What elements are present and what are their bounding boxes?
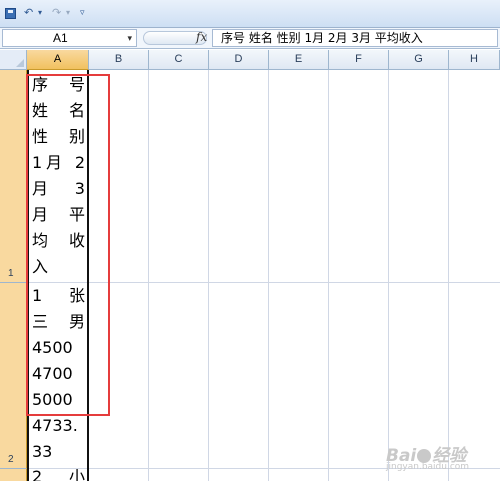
gridline <box>328 70 329 481</box>
cell-text-line: 1月 2 <box>32 153 85 172</box>
customize-toolbar-icon[interactable]: ▿ <box>80 6 85 20</box>
cell-text-line: 三 男 <box>32 312 85 331</box>
undo-dropdown-icon[interactable]: ▾ <box>38 6 42 20</box>
cell-text-line: 性 别 <box>32 127 85 146</box>
column-header-e[interactable]: E <box>269 50 329 70</box>
column-header-h[interactable]: H <box>449 50 500 70</box>
cell-text-line: 33 <box>32 442 53 461</box>
save-icon[interactable] <box>5 8 16 19</box>
chevron-down-icon[interactable]: ▾ <box>127 30 132 46</box>
cell-text-line: 4733. <box>32 416 78 435</box>
row-header-1[interactable]: 1 <box>0 70 27 283</box>
gridline <box>448 70 449 481</box>
gridline <box>27 282 500 283</box>
cell-text-line: 月 3 <box>32 179 85 198</box>
gridline <box>148 70 149 481</box>
formula-input[interactable]: 序号 姓名 性别 1月 2月 3月 平均收入 <box>212 29 498 47</box>
gridline <box>388 70 389 481</box>
redo-dropdown-icon[interactable]: ▾ <box>66 6 70 20</box>
name-box[interactable]: A1 ▾ <box>2 29 137 47</box>
column-header-g[interactable]: G <box>389 50 449 70</box>
cell-text-line: 5000 <box>32 390 73 409</box>
formula-bar: A1 ▾ fx 序号 姓名 性别 1月 2月 3月 平均收入 <box>0 28 500 49</box>
row-number: 2 <box>8 454 14 465</box>
column-header-d[interactable]: D <box>209 50 269 70</box>
quick-access-toolbar: ↶ ▾ ↷ ▾ ▿ <box>0 0 500 28</box>
name-box-value: A1 <box>53 31 68 45</box>
cell-text-line: 1 张 <box>32 286 85 305</box>
row-number: 1 <box>8 268 14 279</box>
row-header-3[interactable] <box>0 469 27 481</box>
row-header-2[interactable]: 2 <box>0 283 27 469</box>
cell-a1[interactable]: 序 号 姓 名 性 别 1月 2 月 3 月 平 均 收 入 <box>27 72 88 282</box>
cell-text-line: 月 平 <box>32 205 85 224</box>
column-header-f[interactable]: F <box>329 50 389 70</box>
undo-icon[interactable]: ↶ <box>24 6 33 20</box>
column-header-b[interactable]: B <box>89 50 149 70</box>
cell-text-line: 序 号 <box>32 75 85 94</box>
select-all-button[interactable] <box>0 50 27 70</box>
cell-text-line: 入 <box>32 257 49 276</box>
cell-a2[interactable]: 1 张 三 男 4500 4700 5000 4733. 33 <box>27 283 88 468</box>
cell-text-line: 均 收 <box>32 231 85 250</box>
gridline <box>208 70 209 481</box>
cell-text-line: 4500 <box>32 338 73 357</box>
worksheet-grid: A B C D E F G H 1 2 序 号 姓 名 性 别 1月 2 月 3… <box>0 50 500 481</box>
paw-icon <box>417 449 432 463</box>
cell-text-line: 4700 <box>32 364 73 383</box>
insert-function-icon[interactable]: fx <box>196 30 207 44</box>
column-header-c[interactable]: C <box>149 50 209 70</box>
redo-icon[interactable]: ↷ <box>52 6 61 20</box>
column-header-a[interactable]: A <box>27 50 89 70</box>
cell-a3[interactable]: 2 小 <box>27 469 88 481</box>
cell-text-line: 姓 名 <box>32 101 85 120</box>
gridline <box>268 70 269 481</box>
watermark-url: jingyan.baidu.com <box>386 462 470 472</box>
cell-text-line: 2 小 <box>32 469 85 481</box>
baidu-jingyan-watermark: Bai 经验 jingyan.baidu.com <box>386 441 496 477</box>
